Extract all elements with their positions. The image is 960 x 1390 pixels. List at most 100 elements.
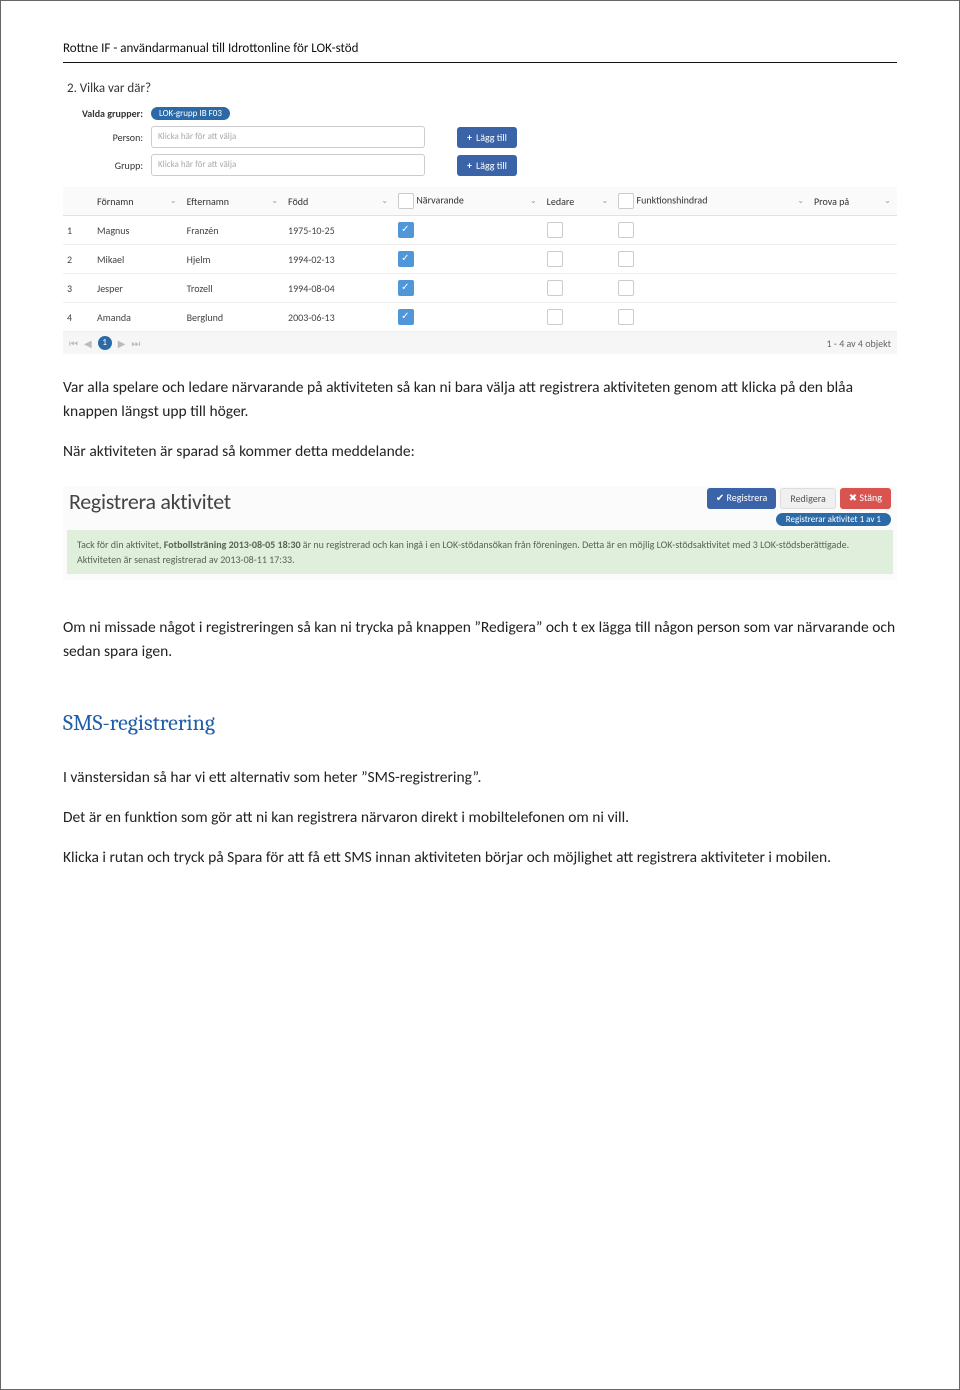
heading-sms: SMS-registrering [63, 710, 897, 736]
cell-ledare [543, 245, 615, 274]
register-button[interactable]: ✔ Registrera [707, 488, 776, 509]
grupp-input[interactable]: Klicka här för att välja [151, 154, 425, 176]
checkbox-ledare[interactable] [547, 251, 563, 267]
checkbox-narvarande[interactable] [398, 280, 414, 296]
plus-icon: + [467, 131, 472, 144]
add-group-button[interactable]: + Lägg till [457, 155, 517, 176]
paragraph: Var alla spelare och ledare närvarande p… [63, 376, 897, 424]
chevron-down-icon: ⌄ [170, 196, 177, 206]
close-button[interactable]: ✖ Stäng [840, 488, 891, 509]
cell-efternamn: Trozell [183, 274, 284, 303]
cell-narvarande [394, 303, 543, 332]
cell-num: 1 [63, 216, 93, 245]
cell-prova-pa [810, 274, 897, 303]
col-ledare[interactable]: Ledare⌄ [543, 187, 615, 216]
add-button-label: Lägg till [476, 131, 507, 144]
pager-prev-icon[interactable]: ◀ [84, 337, 92, 350]
add-button-label: Lägg till [476, 159, 507, 172]
paragraph: När aktiviteten är sparad så kommer dett… [63, 440, 897, 464]
plus-icon: + [467, 159, 472, 172]
cell-prova-pa [810, 216, 897, 245]
col-fodd[interactable]: Född⌄ [284, 187, 394, 216]
col-narvarande[interactable]: Närvarande⌄ [394, 187, 543, 216]
table-header-row: Förnamn⌄ Efternamn⌄ Född⌄ Närvarande⌄ Le… [63, 187, 897, 216]
cell-funktionshindrad [614, 245, 810, 274]
cell-funktionshindrad [614, 303, 810, 332]
cell-fodd: 1975-10-25 [284, 216, 394, 245]
checkbox-icon[interactable] [398, 193, 414, 209]
checkbox-ledare[interactable] [547, 309, 563, 325]
success-message: Tack för din aktivitet, Fotbollsträning … [67, 530, 893, 574]
cell-fornamn: Magnus [93, 216, 183, 245]
pager-info: 1 - 4 av 4 objekt [827, 337, 891, 350]
document-page: Rottne IF - användarmanual till Idrotton… [0, 0, 960, 1390]
progress-pill: Registrerar aktivitet 1 av 1 [776, 513, 891, 526]
msg-text: Tack för din aktivitet, [77, 538, 164, 551]
paragraph: Om ni missade något i registreringen så … [63, 616, 897, 664]
checkbox-narvarande[interactable] [398, 309, 414, 325]
col-efternamn[interactable]: Efternamn⌄ [183, 187, 284, 216]
checkbox-funktionshindrad[interactable] [618, 280, 634, 296]
page-header: Rottne IF - användarmanual till Idrotton… [63, 41, 897, 63]
cell-ledare [543, 274, 615, 303]
cell-narvarande [394, 274, 543, 303]
checkbox-funktionshindrad[interactable] [618, 309, 634, 325]
chevron-down-icon: ⌄ [797, 196, 804, 206]
cell-fodd: 1994-08-04 [284, 274, 394, 303]
cell-fornamn: Jesper [93, 274, 183, 303]
paragraph: Klicka i rutan och tryck på Spara för at… [63, 846, 897, 870]
checkbox-funktionshindrad[interactable] [618, 251, 634, 267]
table-row: 4AmandaBerglund2003-06-13 [63, 303, 897, 332]
cell-fodd: 1994-02-13 [284, 245, 394, 274]
cell-funktionshindrad [614, 274, 810, 303]
cell-prova-pa [810, 303, 897, 332]
checkbox-funktionshindrad[interactable] [618, 222, 634, 238]
checkbox-ledare[interactable] [547, 280, 563, 296]
cell-narvarande [394, 216, 543, 245]
cell-narvarande [394, 245, 543, 274]
chevron-down-icon: ⌄ [602, 196, 609, 206]
cell-fodd: 2003-06-13 [284, 303, 394, 332]
checkbox-narvarande[interactable] [398, 251, 414, 267]
cell-ledare [543, 216, 615, 245]
chevron-down-icon: ⌄ [381, 196, 388, 206]
cell-efternamn: Franzén [183, 216, 284, 245]
msg-activity-name: Fotbollsträning 2013-08-05 18:30 [164, 538, 301, 551]
pager-first-icon[interactable]: ⏮ [69, 337, 78, 350]
chevron-down-icon: ⌄ [530, 196, 537, 206]
paragraph: I vänstersidan så har vi ett alternativ … [63, 766, 897, 790]
table-row: 1MagnusFranzén1975-10-25 [63, 216, 897, 245]
col-prova-pa[interactable]: Prova på⌄ [810, 187, 897, 216]
screenshot-participants: 2. Vilka var där? Valda grupper: LOK-gru… [63, 77, 897, 354]
checkbox-narvarande[interactable] [398, 222, 414, 238]
cell-efternamn: Berglund [183, 303, 284, 332]
checkbox-icon[interactable] [618, 193, 634, 209]
checkbox-ledare[interactable] [547, 222, 563, 238]
chevron-down-icon: ⌄ [884, 196, 891, 206]
cell-funktionshindrad [614, 216, 810, 245]
table-row: 3JesperTrozell1994-08-04 [63, 274, 897, 303]
col-num [63, 187, 93, 216]
cell-ledare [543, 303, 615, 332]
register-activity-title: Registrera aktivitet [69, 488, 231, 515]
col-funktionshindrad[interactable]: Funktionshindrad⌄ [614, 187, 810, 216]
person-label: Person: [63, 131, 151, 144]
msg-text: är nu registrerad och kan ingå i en LOK-… [301, 538, 850, 551]
cell-num: 4 [63, 303, 93, 332]
pager-page[interactable]: 1 [98, 336, 112, 350]
pager: ⏮ ◀ 1 ▶ ⏭ 1 - 4 av 4 objekt [63, 332, 897, 354]
pager-next-icon[interactable]: ▶ [118, 337, 126, 350]
section-title: 2. Vilka var där? [63, 77, 897, 104]
person-input[interactable]: Klicka här för att välja [151, 126, 425, 148]
paragraph: Det är en funktion som gör att ni kan re… [63, 806, 897, 830]
cell-efternamn: Hjelm [183, 245, 284, 274]
cell-fornamn: Mikael [93, 245, 183, 274]
group-chip[interactable]: LOK-grupp IB F03 [151, 107, 230, 120]
add-person-button[interactable]: + Lägg till [457, 127, 517, 148]
col-fornamn[interactable]: Förnamn⌄ [93, 187, 183, 216]
msg-timestamp: Aktiviteten är senast registrerad av 201… [77, 553, 295, 566]
cell-prova-pa [810, 245, 897, 274]
edit-button[interactable]: Redigera [780, 488, 835, 509]
cell-num: 2 [63, 245, 93, 274]
pager-last-icon[interactable]: ⏭ [131, 337, 140, 350]
